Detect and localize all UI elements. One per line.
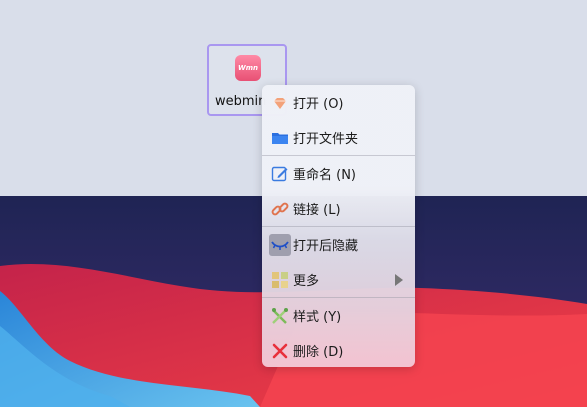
menu-item-hide-after-open[interactable]: 打开后隐藏: [262, 227, 415, 262]
menu-item-open-folder[interactable]: 打开文件夹: [262, 120, 415, 155]
app-icon-badge-text: Wmn: [238, 64, 258, 72]
menu-item-label: 链接 (L): [293, 203, 341, 218]
folder-icon: [269, 127, 291, 149]
menu-item-delete[interactable]: 删除 (D): [262, 333, 415, 367]
menu-item-rename[interactable]: 重命名 (N): [262, 156, 415, 191]
hide-eye-icon: [269, 234, 291, 256]
rename-pencil-icon: [269, 163, 291, 185]
menu-item-label: 样式 (Y): [293, 310, 342, 325]
style-icon: [269, 305, 291, 327]
menu-item-style[interactable]: 样式 (Y): [262, 298, 415, 333]
menu-item-label: 删除 (D): [293, 345, 344, 360]
menu-item-open[interactable]: 打开 (O): [262, 85, 415, 120]
menu-item-label: 更多: [293, 274, 320, 289]
menu-item-label: 打开后隐藏: [293, 239, 359, 254]
submenu-arrow-icon: [395, 274, 403, 286]
link-chain-icon: [269, 198, 291, 220]
more-grid-icon: [269, 269, 291, 291]
menu-item-link[interactable]: 链接 (L): [262, 191, 415, 226]
open-diamond-icon: [269, 92, 291, 114]
menu-item-more[interactable]: 更多: [262, 262, 415, 297]
desktop-shortcut-label: webmin: [215, 94, 267, 109]
menu-item-label: 打开 (O): [293, 97, 344, 112]
webmin-app-icon: Wmn: [235, 55, 261, 81]
context-menu: 打开 (O) 打开文件夹 重命名 (N) 链接 (L) 打开后隐藏 更多 样式 …: [262, 85, 415, 367]
menu-item-label: 重命名 (N): [293, 168, 357, 183]
menu-item-label: 打开文件夹: [293, 132, 359, 147]
delete-x-icon: [269, 340, 291, 362]
